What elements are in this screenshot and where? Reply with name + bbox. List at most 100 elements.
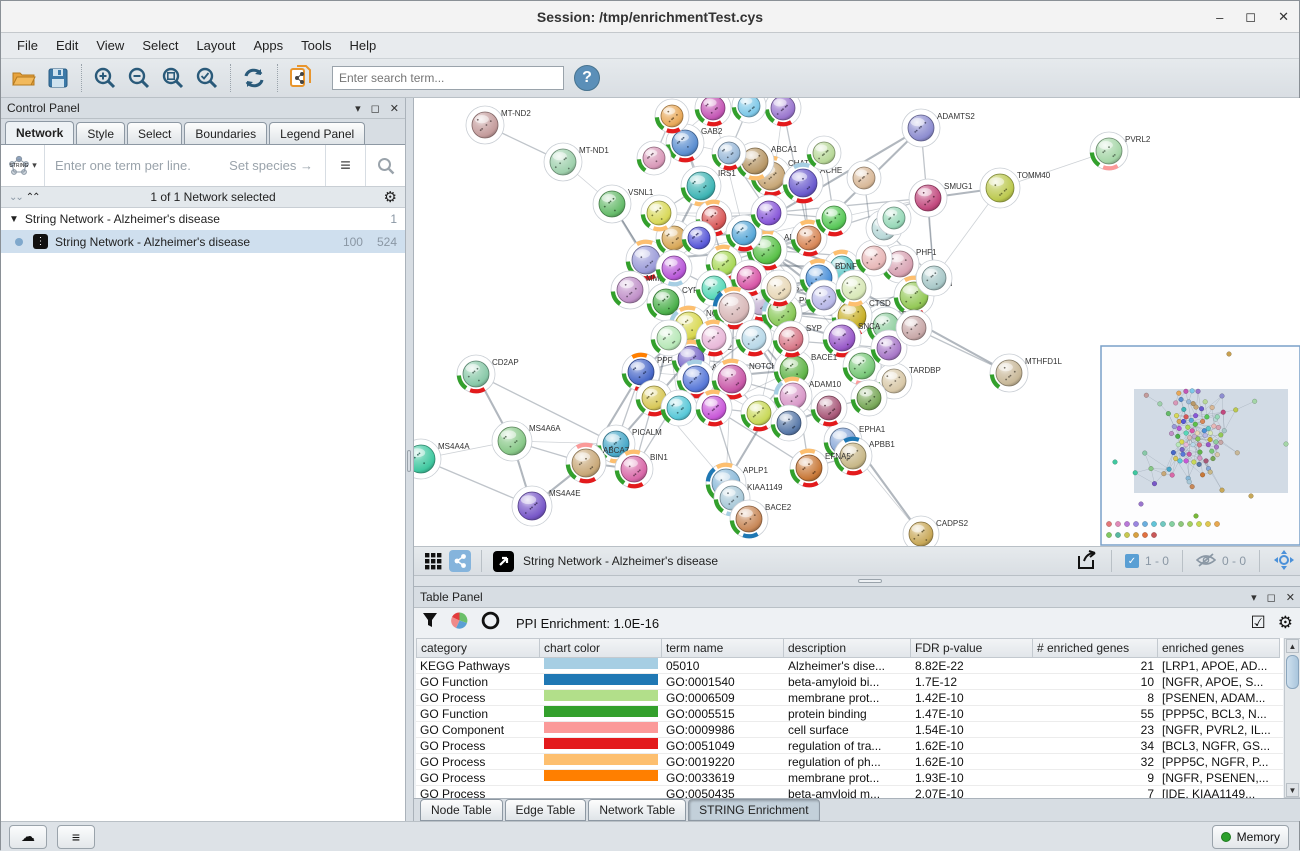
task-history-button[interactable]: ≡ xyxy=(57,825,95,849)
protein-node[interactable]: MT-ND2 xyxy=(466,106,531,144)
collapse-all-icon[interactable]: ⌃⌃ xyxy=(26,192,39,203)
ring-chart-icon[interactable] xyxy=(481,611,500,635)
protein-node[interactable]: CADPS2 xyxy=(903,516,969,546)
protein-node[interactable] xyxy=(916,260,952,296)
protein-node[interactable] xyxy=(651,320,687,356)
column-header-category[interactable]: category xyxy=(416,638,540,658)
table-settings-gear-icon[interactable]: ⚙ xyxy=(1278,613,1293,633)
zoom-fit-icon[interactable] xyxy=(156,62,190,94)
panel-close-icon[interactable]: ✕ xyxy=(390,102,399,115)
menu-tools[interactable]: Tools xyxy=(293,35,339,56)
protein-node[interactable] xyxy=(712,136,746,170)
scroll-up-icon[interactable]: ▲ xyxy=(1286,639,1299,653)
protein-node[interactable] xyxy=(696,390,732,426)
protein-node[interactable]: MS4A4A xyxy=(414,439,470,479)
scroll-down-icon[interactable]: ▼ xyxy=(1286,783,1299,797)
network-options-gear-icon[interactable]: ⚙ xyxy=(384,188,397,206)
table-panel-float-icon[interactable]: ◻ xyxy=(1267,591,1276,604)
network-share-icon[interactable] xyxy=(446,545,474,577)
protein-node[interactable] xyxy=(682,221,716,255)
tab-legend-panel[interactable]: Legend Panel xyxy=(269,122,365,144)
tab-network[interactable]: Network xyxy=(5,121,74,144)
network-canvas[interactable]: MT-ND2MT-ND1VSNL1GAB2ADAMTS2PVRL2TOMM40S… xyxy=(414,98,1300,546)
memory-button[interactable]: Memory xyxy=(1212,825,1289,849)
table-panel-menu-icon[interactable]: ▾ xyxy=(1251,591,1257,604)
protein-node[interactable] xyxy=(807,136,841,170)
table-row[interactable]: KEGG Pathways05010Alzheimer's dise...8.8… xyxy=(416,658,1283,674)
cloud-jobs-button[interactable]: ☁ xyxy=(9,825,47,849)
table-row[interactable]: GO ProcessGO:0051049regulation of tra...… xyxy=(416,738,1283,754)
tree-expand-icon[interactable]: ▼ xyxy=(9,214,19,225)
column-header--enriched-genes[interactable]: # enriched genes xyxy=(1033,638,1158,658)
protein-node[interactable]: MS4A4E xyxy=(512,486,581,526)
clone-network-icon[interactable] xyxy=(284,62,318,94)
table-row[interactable]: GO ProcessGO:0033619membrane prot...1.93… xyxy=(416,770,1283,786)
string-options-icon[interactable]: ≡ xyxy=(325,145,365,186)
birdseye-view[interactable] xyxy=(1101,346,1300,545)
protein-node[interactable]: MS4A6A xyxy=(492,421,561,461)
open-in-window-icon[interactable] xyxy=(489,545,517,577)
protein-node[interactable] xyxy=(771,405,807,441)
select-rows-checkbox-icon[interactable]: ☑ xyxy=(1251,613,1266,633)
table-panel-close-icon[interactable]: ✕ xyxy=(1286,591,1295,604)
protein-node[interactable]: TOMM40 xyxy=(980,168,1051,208)
tab-style[interactable]: Style xyxy=(76,122,125,144)
protein-node[interactable] xyxy=(661,390,697,426)
menu-file[interactable]: File xyxy=(9,35,46,56)
zoom-selected-icon[interactable] xyxy=(190,62,224,94)
protein-node[interactable]: MTHFD1L xyxy=(990,354,1062,392)
protein-node[interactable] xyxy=(836,270,872,306)
network-row[interactable]: ⋮ String Network - Alzheimer's disease 1… xyxy=(1,230,405,253)
string-query-placeholder[interactable]: Enter one term per line. xyxy=(45,158,229,173)
table-scrollbar[interactable]: ▲ ▼ xyxy=(1284,638,1300,798)
table-row[interactable]: GO FunctionGO:0005515protein binding1.47… xyxy=(416,706,1283,722)
refresh-icon[interactable] xyxy=(237,62,271,94)
column-header-enriched-genes[interactable]: enriched genes xyxy=(1158,638,1280,658)
protein-node[interactable]: IRS1 xyxy=(681,166,736,206)
zoom-out-icon[interactable] xyxy=(122,62,156,94)
network-collection-row[interactable]: ▼ String Network - Alzheimer's disease 1 xyxy=(1,208,405,230)
table-row[interactable]: GO FunctionGO:0001540beta-amyloid bi...1… xyxy=(416,674,1283,690)
tab-string-enrichment[interactable]: STRING Enrichment xyxy=(688,799,819,821)
protein-node[interactable] xyxy=(847,161,881,195)
protein-node[interactable] xyxy=(761,270,797,306)
tab-edge-table[interactable]: Edge Table xyxy=(505,799,587,821)
table-row[interactable]: GO ComponentGO:0009986cell surface1.54E-… xyxy=(416,722,1283,738)
protein-node[interactable]: SMUG1 xyxy=(909,179,973,217)
pie-chart-icon[interactable] xyxy=(450,611,469,635)
protein-node[interactable] xyxy=(896,310,932,346)
grid-view-icon[interactable] xyxy=(420,545,446,577)
export-network-icon[interactable] xyxy=(1076,550,1098,573)
string-search-icon[interactable] xyxy=(365,145,405,186)
tab-node-table[interactable]: Node Table xyxy=(420,799,503,821)
protein-node[interactable] xyxy=(637,141,671,175)
protein-node[interactable] xyxy=(732,98,766,123)
protein-node[interactable] xyxy=(765,98,801,126)
protein-node[interactable] xyxy=(877,201,911,235)
column-header-term-name[interactable]: term name xyxy=(662,638,784,658)
protein-node[interactable] xyxy=(816,200,852,236)
menu-edit[interactable]: Edit xyxy=(48,35,86,56)
protein-node[interactable]: ADAMTS2 xyxy=(902,109,975,147)
set-species-label[interactable]: Set species → xyxy=(229,158,325,173)
protein-node[interactable] xyxy=(655,99,689,133)
protein-node[interactable] xyxy=(641,195,677,231)
column-header-description[interactable]: description xyxy=(784,638,911,658)
menu-select[interactable]: Select xyxy=(134,35,186,56)
menu-view[interactable]: View xyxy=(88,35,132,56)
menu-layout[interactable]: Layout xyxy=(188,35,243,56)
zoom-in-icon[interactable] xyxy=(88,62,122,94)
protein-node[interactable] xyxy=(696,320,732,356)
protein-node[interactable]: SYP xyxy=(773,321,822,357)
protein-node[interactable]: BACE2 xyxy=(730,500,792,538)
maximize-button[interactable]: ◻ xyxy=(1245,9,1256,25)
expand-all-icon[interactable]: ⌄⌄ xyxy=(9,192,22,203)
open-session-icon[interactable] xyxy=(7,62,41,94)
panel-menu-icon[interactable]: ▾ xyxy=(355,102,361,115)
filter-icon[interactable] xyxy=(422,612,438,634)
menu-help[interactable]: Help xyxy=(342,35,385,56)
tab-boundaries[interactable]: Boundaries xyxy=(184,122,267,144)
tab-network-table[interactable]: Network Table xyxy=(588,799,686,821)
close-button[interactable]: ✕ xyxy=(1278,9,1289,25)
protein-node[interactable]: PVRL2 xyxy=(1090,132,1151,170)
